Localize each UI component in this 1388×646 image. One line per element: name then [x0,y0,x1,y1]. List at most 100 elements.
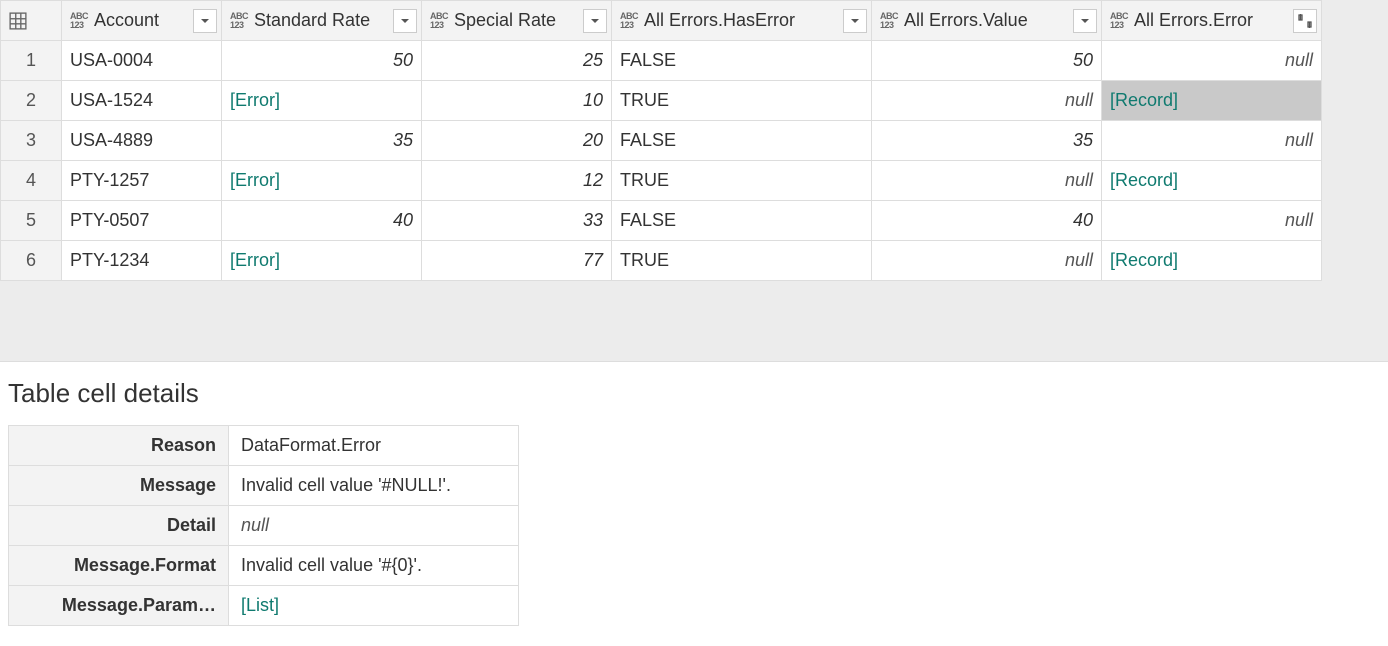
cell[interactable]: FALSE [612,41,872,81]
datatype-any-icon[interactable]: ABC123 [70,12,88,30]
cell[interactable]: null [872,81,1102,121]
details-row: Message.FormatInvalid cell value '#{0}'. [9,546,519,586]
cell[interactable]: FALSE [612,201,872,241]
column-name: Standard Rate [254,10,370,31]
cell[interactable]: [Error] [222,241,422,281]
details-value[interactable]: [List] [229,586,519,626]
cell[interactable]: 50 [872,41,1102,81]
cell[interactable]: null [872,161,1102,201]
datatype-any-icon[interactable]: ABC123 [880,12,898,30]
record-link[interactable]: [Error] [230,90,280,110]
cell[interactable]: 35 [222,121,422,161]
cell[interactable]: [Error] [222,161,422,201]
column-name: All Errors.HasError [644,10,795,31]
cell[interactable]: TRUE [612,161,872,201]
record-link[interactable]: [Error] [230,250,280,270]
cell[interactable]: 77 [422,241,612,281]
row-number[interactable]: 6 [1,241,62,281]
column-name: All Errors.Value [904,10,1028,31]
column-name: Special Rate [454,10,556,31]
details-value: null [229,506,519,546]
table-row[interactable]: 3USA-48893520FALSE35null [1,121,1322,161]
column-header[interactable]: ABC123 All Errors.HasError [612,1,872,41]
details-key: Message.Format [9,546,229,586]
cell[interactable]: TRUE [612,81,872,121]
expand-column-button[interactable] [1293,9,1317,33]
cell[interactable]: [Error] [222,81,422,121]
filter-dropdown-button[interactable] [583,9,607,33]
record-link[interactable]: [Error] [230,170,280,190]
details-value: Invalid cell value '#{0}'. [229,546,519,586]
details-value: DataFormat.Error [229,426,519,466]
datatype-any-icon[interactable]: ABC123 [230,12,248,30]
details-row: MessageInvalid cell value '#NULL!'. [9,466,519,506]
details-key: Reason [9,426,229,466]
details-row: Detailnull [9,506,519,546]
cell[interactable]: 33 [422,201,612,241]
cell[interactable]: null [872,241,1102,281]
cell[interactable]: 10 [422,81,612,121]
column-header[interactable]: ABC123 Special Rate [422,1,612,41]
details-row: Message.Param… [List] [9,586,519,626]
cell[interactable]: 25 [422,41,612,81]
cell-account[interactable]: PTY-1234 [62,241,222,281]
cell[interactable]: 20 [422,121,612,161]
table-row[interactable]: 5PTY-05074033FALSE40null [1,201,1322,241]
datatype-any-icon[interactable]: ABC123 [430,12,448,30]
table-row[interactable]: 4PTY-1257 [Error] 12TRUEnull [Record] [1,161,1322,201]
table-icon [9,12,27,30]
row-number[interactable]: 3 [1,121,62,161]
table-row[interactable]: 2USA-1524 [Error] 10TRUEnull [Record] [1,81,1322,121]
datatype-any-icon[interactable]: ABC123 [620,12,638,30]
row-number[interactable]: 2 [1,81,62,121]
column-header[interactable]: ABC123 All Errors.Error [1102,1,1322,41]
column-header[interactable]: ABC123 Standard Rate [222,1,422,41]
cell[interactable]: null [1102,201,1322,241]
column-name: Account [94,10,159,31]
cell[interactable]: [Record] [1102,241,1322,281]
cell[interactable]: null [1102,41,1322,81]
cell-details-panel: Table cell details ReasonDataFormat.Erro… [0,362,1388,646]
details-table: ReasonDataFormat.ErrorMessageInvalid cel… [8,425,519,626]
table-corner[interactable] [1,1,62,41]
details-value: Invalid cell value '#NULL!'. [229,466,519,506]
cell[interactable]: 40 [222,201,422,241]
column-header[interactable]: ABC123 Account [62,1,222,41]
row-number[interactable]: 1 [1,41,62,81]
cell-account[interactable]: PTY-0507 [62,201,222,241]
cell[interactable]: 40 [872,201,1102,241]
details-key: Detail [9,506,229,546]
details-key: Message.Param… [9,586,229,626]
list-link[interactable]: [List] [241,595,279,615]
cell[interactable]: 12 [422,161,612,201]
details-key: Message [9,466,229,506]
cell[interactable]: 35 [872,121,1102,161]
record-link[interactable]: [Record] [1110,170,1178,190]
record-link[interactable]: [Record] [1110,90,1178,110]
column-header[interactable]: ABC123 All Errors.Value [872,1,1102,41]
cell-account[interactable]: USA-4889 [62,121,222,161]
cell[interactable]: TRUE [612,241,872,281]
filter-dropdown-button[interactable] [1073,9,1097,33]
filter-dropdown-button[interactable] [393,9,417,33]
cell-account[interactable]: PTY-1257 [62,161,222,201]
row-number[interactable]: 5 [1,201,62,241]
table-row[interactable]: 6PTY-1234 [Error] 77TRUEnull [Record] [1,241,1322,281]
table-row[interactable]: 1USA-00045025FALSE50null [1,41,1322,81]
cell[interactable]: 50 [222,41,422,81]
cell[interactable]: null [1102,121,1322,161]
filter-dropdown-button[interactable] [193,9,217,33]
filter-dropdown-button[interactable] [843,9,867,33]
cell-account[interactable]: USA-1524 [62,81,222,121]
cell[interactable]: [Record] [1102,81,1322,121]
record-link[interactable]: [Record] [1110,250,1178,270]
cell-account[interactable]: USA-0004 [62,41,222,81]
cell[interactable]: [Record] [1102,161,1322,201]
details-title: Table cell details [8,378,1380,409]
column-name: All Errors.Error [1134,10,1253,31]
cell[interactable]: FALSE [612,121,872,161]
query-grid-area: ABC123 Account ABC123 Standard Rate ABC123 Sp… [0,0,1388,362]
datatype-any-icon[interactable]: ABC123 [1110,12,1128,30]
row-number[interactable]: 4 [1,161,62,201]
details-row: ReasonDataFormat.Error [9,426,519,466]
